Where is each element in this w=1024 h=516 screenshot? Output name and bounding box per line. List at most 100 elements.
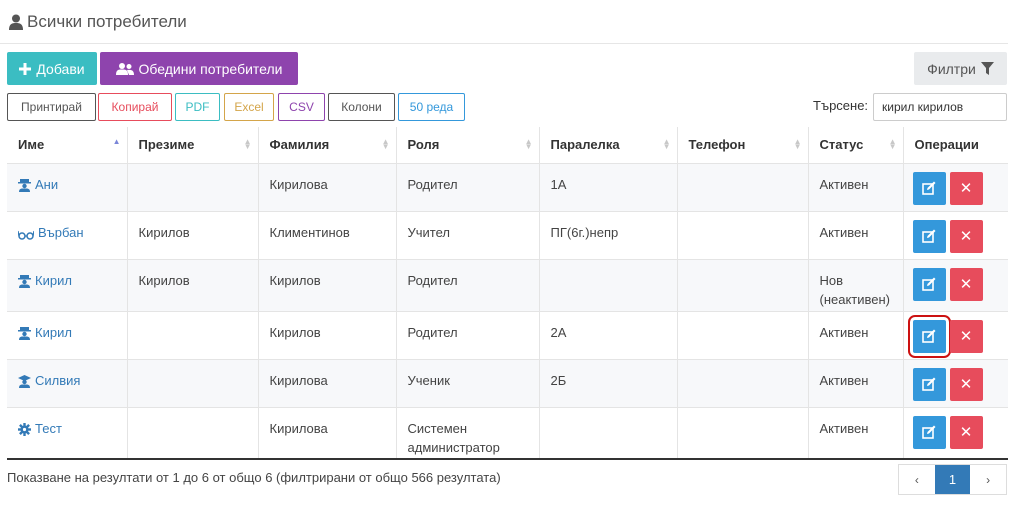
cell-middle-name — [127, 311, 259, 360]
export-button[interactable]: Копирай — [98, 93, 172, 121]
delete-button[interactable]: ✕ — [949, 219, 983, 253]
export-button[interactable]: Принтирай — [7, 93, 96, 121]
column-header-label: Име — [18, 137, 45, 152]
users-table: Име ▲ Презиме ▲ ▼ Фамилия ▲ ▼ Роля ▲ ▼ Паралелка ▲ ▼ Т… — [7, 127, 1008, 460]
edit-icon — [922, 277, 936, 291]
cell-class — [539, 259, 678, 312]
column-header[interactable]: Паралелка ▲ ▼ — [539, 127, 678, 164]
delete-button[interactable]: ✕ — [949, 367, 983, 401]
pagination-prev[interactable]: ‹ — [899, 465, 935, 494]
pagination: ‹ 1 › — [898, 464, 1007, 495]
export-button[interactable]: 50 реда — [398, 93, 465, 121]
user-name: Върбан — [38, 224, 84, 240]
edit-icon — [922, 425, 936, 439]
filters-button[interactable]: Филтри — [914, 52, 1007, 85]
cell-class: ПГ(6г.)непр — [539, 211, 678, 260]
add-button[interactable]: Добави — [7, 52, 97, 85]
column-header-label: Телефон — [688, 137, 746, 152]
pagination-page[interactable]: 1 — [934, 465, 971, 494]
sort-icon: ▲ ▼ — [524, 137, 533, 151]
delete-button[interactable]: ✕ — [949, 319, 983, 353]
user-name-link[interactable]: Върбан — [17, 223, 84, 242]
cell-role: Учител — [396, 211, 540, 260]
cell-status: Активен — [808, 211, 904, 260]
edit-button[interactable] — [912, 219, 946, 253]
add-button-label: Добави — [36, 60, 85, 77]
cell-last-name: Кирилова — [258, 359, 397, 408]
table-row: Кирил Кирилов Кирилов Родител Нов (неактивен… — [7, 259, 1008, 312]
cell-last-name: Кирилова — [258, 407, 397, 460]
edit-icon — [922, 329, 936, 343]
user-name: Кирил — [35, 324, 72, 340]
cell-phone — [677, 311, 809, 360]
cell-status: Активен — [808, 407, 904, 460]
close-icon: ✕ — [959, 423, 973, 441]
column-header[interactable]: Презиме ▲ ▼ — [127, 127, 259, 164]
cell-middle-name: Кирилов — [127, 211, 259, 260]
edit-icon — [922, 181, 936, 195]
cell-name: Кирил — [7, 311, 128, 360]
sort-icon: ▲ ▼ — [793, 137, 802, 151]
cell-last-name: Кирилова — [258, 163, 397, 212]
parent-icon — [18, 326, 31, 340]
table-row: Кирил Кирилов Родител 2А Активен ✕ — [7, 311, 1008, 360]
user-name-link[interactable]: Ани — [18, 175, 58, 194]
cell-middle-name — [127, 163, 259, 212]
column-header[interactable]: Фамилия ▲ ▼ — [258, 127, 397, 164]
export-button[interactable]: PDF — [175, 93, 220, 121]
user-icon — [9, 14, 23, 30]
edit-icon — [922, 377, 936, 391]
merge-button-label: Обедини потребители — [138, 60, 283, 77]
column-header[interactable]: Роля ▲ ▼ — [396, 127, 540, 164]
column-header[interactable]: Операции — [903, 127, 1008, 164]
delete-button[interactable]: ✕ — [949, 415, 983, 449]
cell-role: Родител — [396, 259, 540, 312]
plus-icon — [19, 62, 32, 75]
export-button[interactable]: Excel — [224, 93, 274, 121]
close-icon: ✕ — [959, 375, 973, 393]
user-name-link[interactable]: Силвия — [18, 371, 80, 390]
merge-users-button[interactable]: Обедини потребители — [100, 52, 298, 85]
user-name: Тест — [35, 420, 62, 436]
edit-button[interactable] — [912, 171, 946, 205]
cell-operations: ✕ — [903, 407, 1008, 460]
filters-button-label: Филтри — [927, 60, 976, 77]
user-name-link[interactable]: Кирил — [18, 323, 72, 342]
results-info: Показване на резултати от 1 до 6 от общо… — [7, 470, 501, 485]
column-header-label: Паралелка — [550, 137, 620, 152]
cell-status: Нов (неактивен) — [808, 259, 904, 312]
delete-button[interactable]: ✕ — [949, 267, 983, 301]
cell-phone — [677, 211, 809, 260]
edit-button[interactable] — [912, 267, 946, 301]
cell-last-name: Кирилов — [258, 311, 397, 360]
column-header[interactable]: Статус ▲ ▼ — [808, 127, 904, 164]
filter-icon — [980, 62, 994, 75]
edit-button[interactable] — [907, 314, 951, 358]
cell-phone — [677, 259, 809, 312]
column-header[interactable]: Телефон ▲ ▼ — [677, 127, 809, 164]
column-header-label: Фамилия — [269, 137, 330, 152]
cell-class: 1А — [539, 163, 678, 212]
column-header[interactable]: Име ▲ — [7, 127, 128, 164]
export-button[interactable]: CSV — [278, 93, 325, 121]
cell-middle-name — [127, 407, 259, 460]
page-header: Всички потребители — [0, 0, 1008, 44]
user-name-link[interactable]: Кирил — [18, 271, 72, 290]
edit-button[interactable] — [912, 367, 946, 401]
edit-button[interactable] — [912, 415, 946, 449]
user-name: Ани — [35, 176, 59, 192]
delete-button[interactable]: ✕ — [949, 171, 983, 205]
cell-phone — [677, 163, 809, 212]
cell-operations: ✕ — [903, 163, 1008, 212]
column-header-label: Роля — [407, 137, 440, 152]
table-row: Тест Кирилова Системен администратор Активе… — [7, 407, 1008, 460]
sort-icon: ▲ ▼ — [662, 137, 671, 151]
export-button[interactable]: Колони — [328, 93, 395, 121]
user-name-link[interactable]: Тест — [18, 419, 62, 438]
users-icon — [115, 62, 134, 75]
cell-status: Активен — [808, 311, 904, 360]
pagination-next[interactable]: › — [970, 465, 1006, 494]
cell-middle-name: Кирилов — [127, 259, 259, 312]
search-input[interactable] — [873, 93, 1007, 121]
page-title: Всички потребители — [27, 12, 187, 31]
